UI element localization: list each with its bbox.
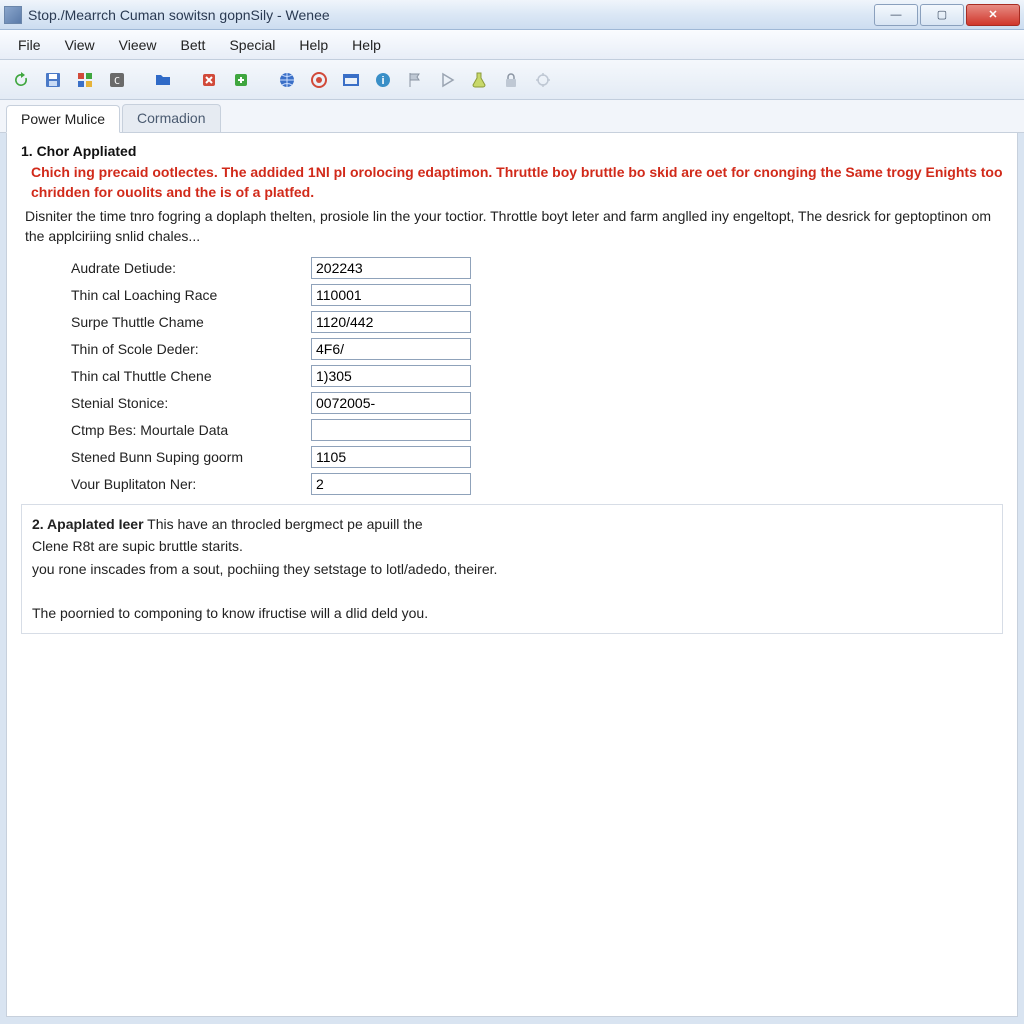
toolbar-lab-button[interactable]	[466, 67, 492, 93]
input-stonice[interactable]	[311, 392, 471, 414]
label-scole: Thin of Scole Deder:	[71, 341, 311, 357]
input-scole[interactable]	[311, 338, 471, 360]
toolbar: C i	[0, 60, 1024, 100]
label-chene: Thin cal Thuttle Chene	[71, 368, 311, 384]
toolbar-lock-button[interactable]	[498, 67, 524, 93]
toolbar-delete-button[interactable]	[196, 67, 222, 93]
close-button[interactable]: ✕	[966, 4, 1020, 26]
toolbar-refresh-button[interactable]	[8, 67, 34, 93]
content-panel: 1. Chor Appliated Chich ing precaid ootl…	[6, 133, 1018, 1017]
input-audrate[interactable]	[311, 257, 471, 279]
label-surpe: Surpe Thuttle Chame	[71, 314, 311, 330]
toolbar-save-button[interactable]	[40, 67, 66, 93]
menubar: File View Vieew Bett Special Help Help	[0, 30, 1024, 60]
minimize-button[interactable]: —	[874, 4, 918, 26]
section2-box: 2. Apaplated Ieer This have an throcled …	[21, 504, 1003, 634]
section2-line1: This have an throcled bergmect pe apuill…	[147, 516, 423, 532]
toolbar-code-button[interactable]: C	[104, 67, 130, 93]
menu-help2[interactable]: Help	[340, 33, 393, 57]
tab-cormadion[interactable]: Cormadion	[122, 104, 220, 132]
titlebar: Stop./Mearrch Cuman sowitsn gopnSily - W…	[0, 0, 1024, 30]
input-chene[interactable]	[311, 365, 471, 387]
toolbar-folder-button[interactable]	[150, 67, 176, 93]
label-ctmp: Ctmp Bes: Mourtale Data	[71, 422, 311, 438]
section2-line3: you rone inscades from a sout, pochiing …	[32, 561, 497, 577]
toolbar-flag-button[interactable]	[402, 67, 428, 93]
label-stonice: Stenial Stonice:	[71, 395, 311, 411]
toolbar-record-button[interactable]	[306, 67, 332, 93]
tabbar: Power Mulice Cormadion	[0, 100, 1024, 133]
toolbar-add-button[interactable]	[228, 67, 254, 93]
toolbar-play-button[interactable]	[434, 67, 460, 93]
input-ctmp[interactable]	[311, 419, 471, 441]
toolbar-info-button[interactable]: i	[370, 67, 396, 93]
section1-warning: Chich ing precaid ootlectes. The addided…	[31, 163, 1003, 202]
input-loaching[interactable]	[311, 284, 471, 306]
fields-group: Audrate Detiude: Thin cal Loaching Race …	[71, 255, 1003, 498]
section2-line2: Clene R8t are supic bruttle starits.	[32, 538, 243, 554]
menu-special[interactable]: Special	[217, 33, 287, 57]
input-surpe[interactable]	[311, 311, 471, 333]
section1-heading: 1. Chor Appliated	[21, 143, 1003, 159]
window-title: Stop./Mearrch Cuman sowitsn gopnSily - W…	[28, 7, 874, 23]
toolbar-globe-button[interactable]	[274, 67, 300, 93]
input-vour[interactable]	[311, 473, 471, 495]
label-suping: Stened Bunn Suping goorm	[71, 449, 311, 465]
input-suping[interactable]	[311, 446, 471, 468]
section2-heading: 2. Apaplated Ieer	[32, 516, 144, 532]
menu-file[interactable]: File	[6, 33, 53, 57]
maximize-button[interactable]: ▢	[920, 4, 964, 26]
toolbar-modules-button[interactable]	[72, 67, 98, 93]
toolbar-target-button[interactable]	[530, 67, 556, 93]
window-controls: — ▢ ✕	[874, 4, 1020, 26]
svg-text:i: i	[381, 75, 384, 87]
section2-line4: The poornied to componing to know ifruct…	[32, 605, 428, 621]
toolbar-window-button[interactable]	[338, 67, 364, 93]
menu-vieew[interactable]: Vieew	[107, 33, 169, 57]
menu-bett[interactable]: Bett	[169, 33, 218, 57]
svg-text:C: C	[114, 76, 120, 87]
label-audrate: Audrate Detiude:	[71, 260, 311, 276]
tab-power-mulice[interactable]: Power Mulice	[6, 105, 120, 133]
section1-description: Disniter the time tnro fogring a doplaph…	[25, 206, 1003, 247]
label-vour: Vour Buplitaton Ner:	[71, 476, 311, 492]
label-loaching: Thin cal Loaching Race	[71, 287, 311, 303]
app-icon	[4, 6, 22, 24]
menu-view[interactable]: View	[53, 33, 107, 57]
menu-help[interactable]: Help	[287, 33, 340, 57]
